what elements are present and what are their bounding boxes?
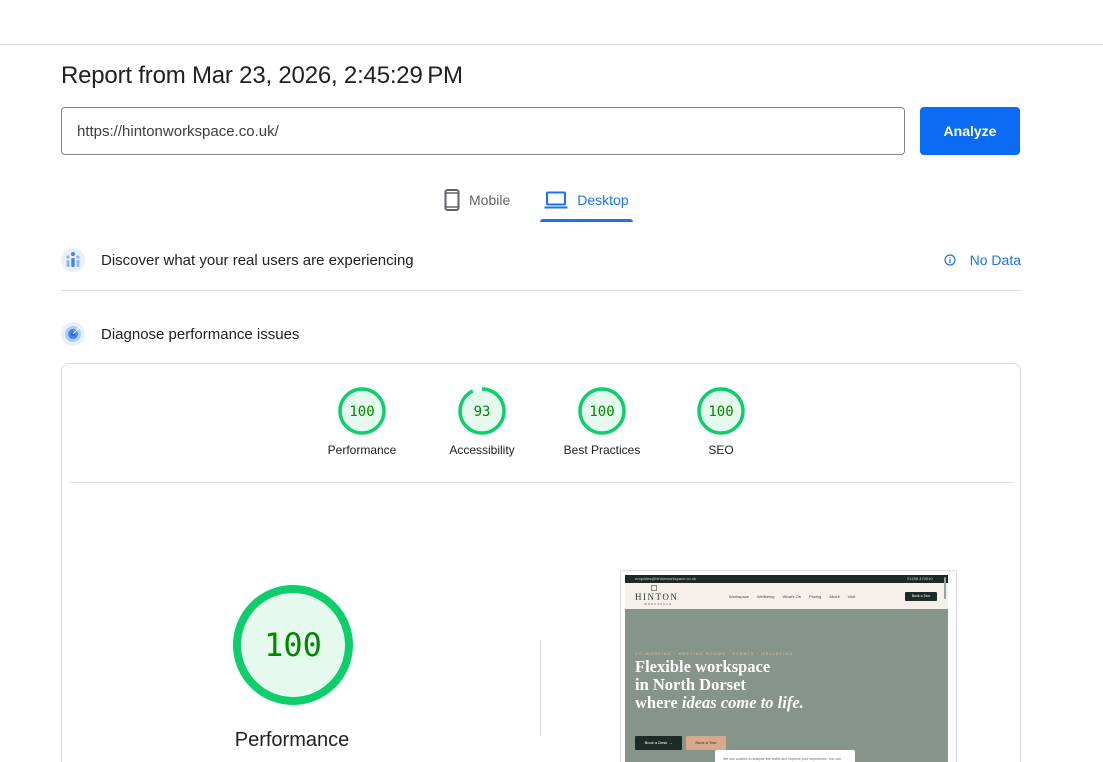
tab-mobile[interactable]: Mobile	[440, 180, 514, 220]
ss-nav-link: Wellbeing	[756, 594, 775, 599]
score-ring: 100	[578, 387, 626, 435]
ss-logo: HINTON	[635, 592, 679, 602]
gauge-accessibility[interactable]: 93 Accessibility	[432, 386, 532, 457]
ss-headline: Flexible workspace in North Dorset where…	[635, 658, 835, 712]
ss-nav-link: About	[829, 594, 840, 599]
crux-title: Discover what your real users are experi…	[101, 251, 414, 269]
gauge-label: Best Practices	[563, 443, 641, 457]
ss-nav: HINTON WORKSPACE Workspace Wellbeing Wha…	[625, 583, 948, 609]
no-data-link[interactable]: No Data	[944, 252, 1021, 268]
tab-desktop-label: Desktop	[577, 192, 629, 208]
ss-logo-sub: WORKSPACE	[644, 602, 673, 606]
gauge-score: 100	[589, 404, 614, 420]
gauge-score: 100	[708, 404, 733, 420]
main-score-label: Performance	[234, 729, 350, 751]
gauge-label: SEO	[708, 443, 734, 457]
ss-topbar: enquiries@hintonworkspace.co.uk 01258 47…	[625, 575, 948, 583]
crux-section: Discover what your real users are experi…	[61, 248, 1021, 272]
ss-cookie-banner: We use cookies to analyse site traffic a…	[715, 750, 855, 762]
device-tabs: Mobile Desktop	[440, 180, 633, 222]
score-ring: 100	[233, 585, 353, 705]
gauge-label: Performance	[327, 443, 397, 457]
vertical-divider	[540, 640, 541, 736]
ss-headline-line: where	[635, 693, 682, 712]
tab-mobile-label: Mobile	[469, 192, 511, 208]
real-users-icon	[61, 248, 85, 272]
score-ring: 100	[338, 387, 386, 435]
laptop-icon	[544, 191, 568, 209]
no-data-label: No Data	[969, 252, 1021, 268]
ss-eyebrow: CO-WORKING · MEETING ROOMS · EVENTS · WE…	[635, 651, 794, 656]
ss-headline-line: in North Dorset	[635, 675, 746, 694]
score-ring: 100	[697, 387, 745, 435]
top-divider	[0, 44, 1103, 45]
gauge-score: 100	[349, 404, 374, 420]
analyze-button[interactable]: Analyze	[920, 107, 1020, 155]
screenshot-page: enquiries@hintonworkspace.co.uk 01258 47…	[625, 575, 948, 762]
info-icon	[944, 254, 956, 266]
lighthouse-icon	[61, 322, 85, 346]
ss-headline-italic: ideas come to life.	[681, 693, 804, 712]
gauge-best-practices[interactable]: 100 Best Practices	[552, 386, 652, 457]
diagnose-title: Diagnose performance issues	[101, 325, 300, 343]
diagnose-section: Diagnose performance issues	[61, 322, 1021, 346]
main-score: 100	[264, 626, 322, 664]
ss-email: enquiries@hintonworkspace.co.uk	[635, 576, 696, 581]
category-gauges: 100 Performance 93 Accessibility 100 Bes…	[62, 386, 1022, 466]
gauges-divider	[70, 482, 1013, 483]
ss-cookie-text: We use cookies to analyse site traffic a…	[723, 757, 841, 761]
ss-nav-links: Workspace Wellbeing What's On Pricing Ab…	[729, 594, 855, 599]
ss-nav-link: Pricing	[808, 594, 822, 599]
gauge-score: 93	[474, 404, 491, 420]
ss-nav-button: Book a Tour	[905, 592, 937, 601]
final-screenshot: enquiries@hintonworkspace.co.uk 01258 47…	[620, 570, 957, 762]
section-divider	[61, 290, 1021, 291]
ss-nav-link: What's On	[782, 594, 801, 599]
ss-book-desk-button: Book a Desk →	[635, 736, 682, 750]
ss-logo-mark	[651, 585, 657, 591]
gauge-seo[interactable]: 100 SEO	[671, 386, 771, 457]
url-input[interactable]	[61, 107, 905, 155]
ss-book-tour-button: Book a Tour	[686, 736, 726, 750]
score-ring: 93	[458, 387, 506, 435]
gauge-label: Accessibility	[449, 443, 515, 457]
report-card: 100 Performance 93 Accessibility 100 Bes…	[61, 363, 1021, 762]
ss-phone: 01258 470010	[907, 576, 933, 581]
ss-nav-link: Workspace	[729, 594, 749, 599]
tab-desktop[interactable]: Desktop	[540, 180, 633, 222]
performance-main-gauge: 100	[232, 584, 354, 711]
gauge-performance[interactable]: 100 Performance	[312, 386, 412, 457]
ss-scrollbar	[944, 577, 946, 599]
ss-nav-link: Visit	[847, 594, 856, 599]
smartphone-icon	[444, 189, 460, 211]
ss-headline-line: Flexible workspace	[635, 657, 771, 676]
report-title: Report from Mar 23, 2026, 2:45:29 PM	[61, 62, 463, 89]
